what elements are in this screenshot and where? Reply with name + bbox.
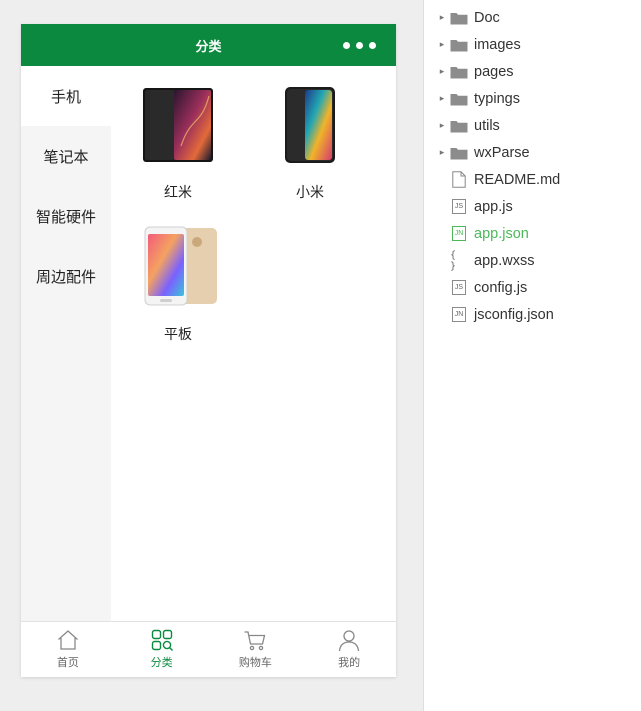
category-item-smart-hardware[interactable]: 智能硬件 — [21, 186, 111, 246]
tree-folder-typings[interactable]: ▸ typings — [424, 85, 641, 112]
document-icon — [450, 171, 468, 188]
tree-file-readme[interactable]: README.md — [424, 166, 641, 193]
caret-right-icon[interactable]: ▸ — [434, 12, 450, 23]
tree-item-name: jsconfig.json — [474, 306, 554, 323]
more-menu-button[interactable] — [343, 38, 376, 52]
tab-bar: 首页 分类 购物车 我的 — [21, 621, 396, 677]
tab-category[interactable]: 分类 — [115, 622, 209, 677]
tab-label: 首页 — [56, 656, 79, 669]
tree-file-app-wxss[interactable]: { } app.wxss — [424, 247, 641, 274]
product-image-redmi — [143, 88, 213, 162]
product-name: 平板 — [164, 327, 192, 343]
category-icon — [151, 629, 173, 651]
tree-item-name: pages — [474, 63, 514, 80]
file-explorer: ▸ Doc ▸ images ▸ pages ▸ typings ▸ utils… — [424, 4, 641, 328]
more-dot-icon — [369, 41, 376, 49]
product-image-xiaomi — [285, 87, 335, 163]
category-label: 笔记本 — [43, 147, 89, 166]
tree-item-name: wxParse — [474, 144, 530, 161]
caret-right-icon[interactable]: ▸ — [434, 93, 450, 104]
tree-item-name: README.md — [474, 171, 561, 188]
category-label: 手机 — [50, 87, 81, 106]
product-card-pad[interactable]: 平板 — [111, 226, 245, 344]
folder-icon — [450, 118, 468, 134]
tree-folder-pages[interactable]: ▸ pages — [424, 58, 641, 85]
tree-folder-images[interactable]: ▸ images — [424, 31, 641, 58]
js-file-icon: JS — [450, 280, 468, 296]
product-card-xiaomi[interactable]: 小米 — [243, 86, 377, 202]
product-name: 红米 — [164, 185, 192, 201]
tree-item-name: Doc — [474, 9, 500, 26]
category-sidebar: 手机 笔记本 智能硬件 周边配件 — [21, 66, 111, 621]
tree-file-jsconfig-json[interactable]: JN jsconfig.json — [424, 301, 641, 328]
js-file-icon: JS — [450, 199, 468, 215]
folder-icon — [450, 10, 468, 26]
more-dot-icon — [343, 41, 350, 49]
category-item-phone[interactable]: 手机 — [21, 66, 111, 126]
tree-item-name: typings — [474, 90, 520, 107]
cart-icon — [244, 631, 266, 651]
tree-item-name: app.json — [474, 225, 529, 242]
navigation-bar: 分类 — [21, 24, 396, 66]
tree-folder-wxparse[interactable]: ▸ wxParse — [424, 139, 641, 166]
caret-right-icon[interactable]: ▸ — [434, 66, 450, 77]
tab-label: 我的 — [338, 656, 361, 669]
folder-icon — [450, 37, 468, 53]
tree-file-config-js[interactable]: JS config.js — [424, 274, 641, 301]
tree-item-name: app.js — [474, 198, 513, 215]
category-label: 智能硬件 — [35, 207, 96, 226]
product-grid: 红米 小米 平板 — [111, 66, 396, 621]
phone-screen: 分类 手机 笔记本 智能硬件 周边配件 红米 小米 平板 首页 分类 购物车 我… — [21, 24, 396, 677]
tree-item-name: images — [474, 36, 521, 53]
tree-item-name: utils — [474, 117, 500, 134]
tree-file-app-json[interactable]: JN app.json — [424, 220, 641, 247]
category-label: 周边配件 — [35, 267, 96, 286]
tree-folder-doc[interactable]: ▸ Doc — [424, 4, 641, 31]
json-file-icon: JN — [450, 307, 468, 323]
caret-right-icon[interactable]: ▸ — [434, 120, 450, 131]
caret-right-icon[interactable]: ▸ — [434, 39, 450, 50]
page-title: 分类 — [195, 39, 222, 55]
tree-item-name: app.wxss — [474, 252, 535, 269]
tab-cart[interactable]: 购物车 — [209, 622, 303, 677]
tree-file-app-js[interactable]: JS app.js — [424, 193, 641, 220]
caret-right-icon[interactable]: ▸ — [434, 147, 450, 158]
user-icon — [338, 630, 360, 652]
product-image-pad — [144, 226, 217, 306]
home-icon — [57, 630, 78, 650]
braces-icon: { } — [450, 249, 458, 272]
folder-icon — [450, 91, 468, 107]
tree-folder-utils[interactable]: ▸ utils — [424, 112, 641, 139]
tab-profile[interactable]: 我的 — [302, 622, 396, 677]
product-name: 小米 — [296, 185, 324, 201]
more-dot-icon — [356, 41, 363, 49]
folder-icon — [450, 64, 468, 80]
product-card-redmi[interactable]: 红米 — [111, 86, 245, 202]
json-file-icon: JN — [450, 226, 468, 242]
category-item-laptop[interactable]: 笔记本 — [21, 126, 111, 186]
folder-icon — [450, 145, 468, 161]
tree-item-name: config.js — [474, 279, 528, 296]
tab-label: 购物车 — [238, 656, 272, 669]
tab-home[interactable]: 首页 — [21, 622, 115, 677]
tab-label: 分类 — [150, 656, 173, 669]
category-item-accessories[interactable]: 周边配件 — [21, 246, 111, 306]
